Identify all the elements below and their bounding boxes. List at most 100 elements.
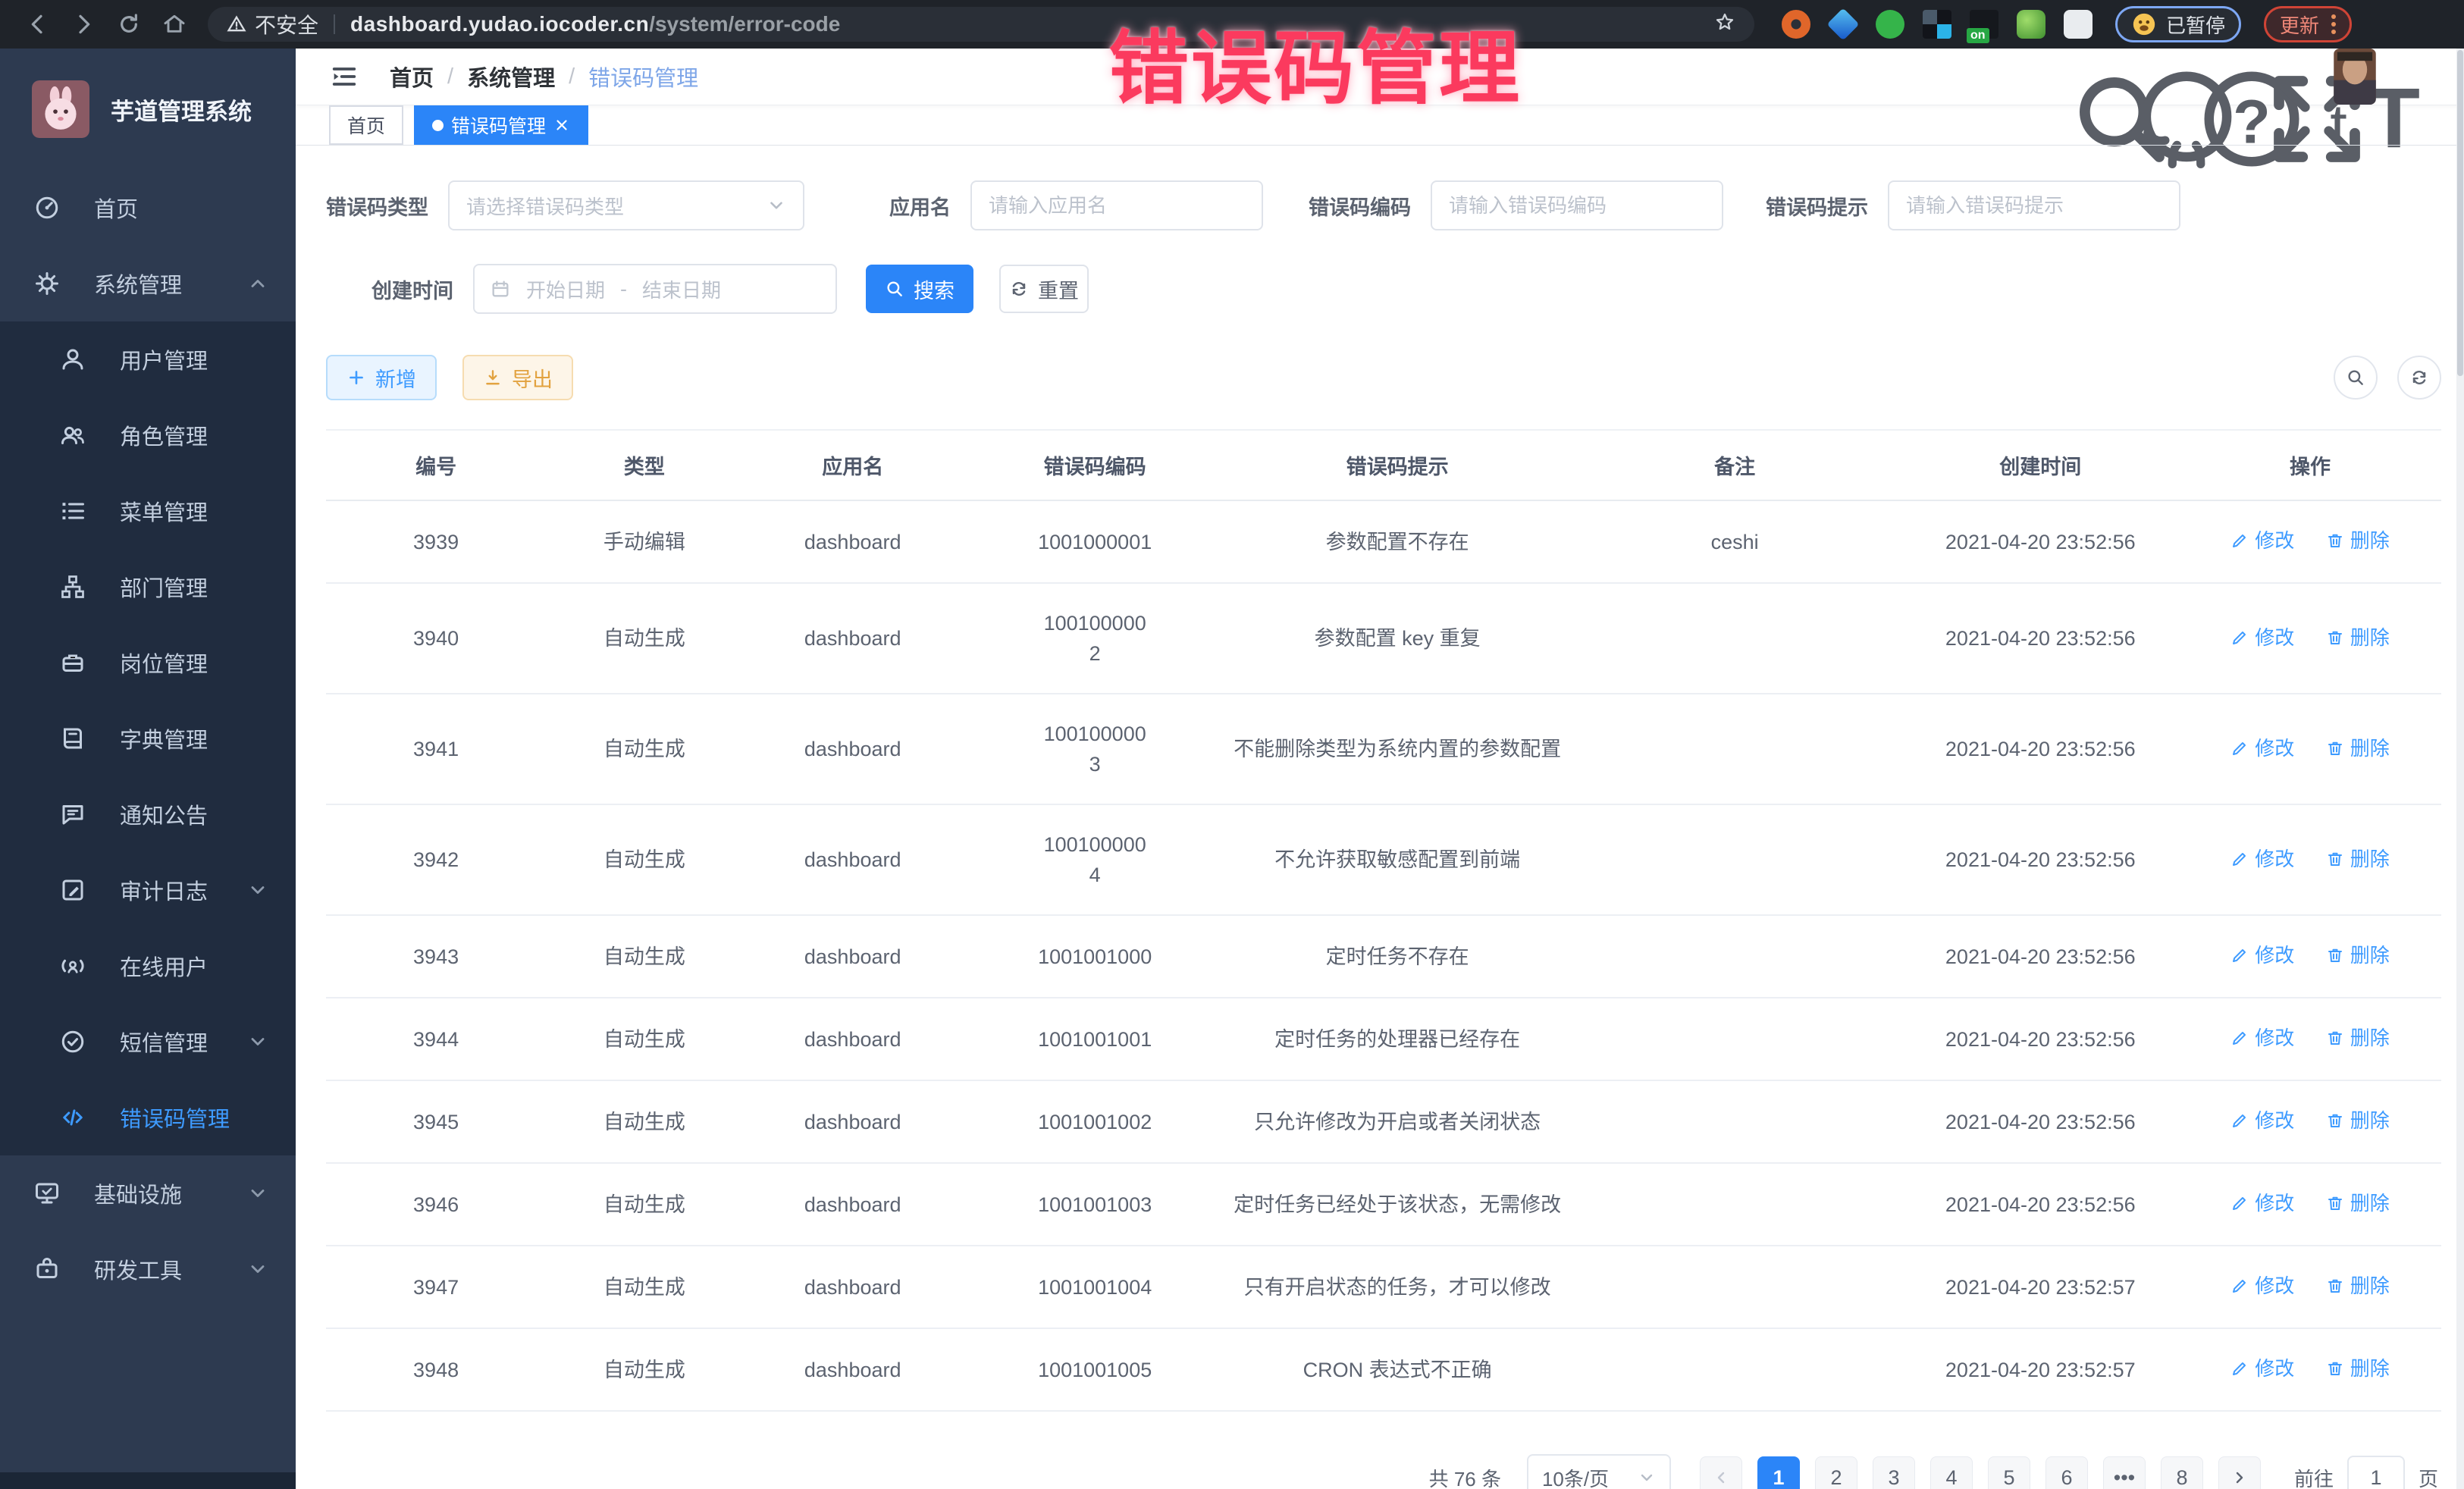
sidebar-item-user[interactable]: 用户管理 bbox=[0, 321, 296, 397]
edit-link[interactable]: 修改 bbox=[2230, 1105, 2294, 1136]
not-secure-badge[interactable]: 不安全 bbox=[226, 9, 318, 39]
sidebar-item-home[interactable]: 首页 bbox=[0, 170, 296, 246]
profile-chip[interactable]: 已暂停 bbox=[2115, 6, 2241, 42]
edit-link[interactable]: 修改 bbox=[2230, 622, 2294, 653]
hamburger-icon[interactable] bbox=[329, 61, 359, 92]
online-icon bbox=[59, 952, 86, 980]
cell-remark: ceshi bbox=[1568, 500, 1902, 583]
browser-home-icon[interactable] bbox=[152, 8, 197, 41]
sidebar-logo[interactable]: 芋道管理系统 bbox=[0, 49, 296, 170]
export-button[interactable]: 导出 bbox=[462, 355, 573, 400]
trash-icon bbox=[2326, 739, 2344, 757]
error-type-select[interactable]: 请选择错误码类型 bbox=[448, 180, 804, 230]
filter-app-label: 应用名 bbox=[889, 191, 951, 221]
sidebar-item-dict[interactable]: 字典管理 bbox=[0, 701, 296, 776]
user-avatar[interactable] bbox=[2334, 49, 2376, 105]
update-chip[interactable]: 更新 bbox=[2264, 6, 2352, 42]
tab-error-code[interactable]: 错误码管理 bbox=[414, 105, 588, 145]
ext-green-icon[interactable] bbox=[1876, 10, 1904, 39]
edit-link[interactable]: 修改 bbox=[2230, 1271, 2294, 1301]
edit-link[interactable]: 修改 bbox=[2230, 1353, 2294, 1384]
trash-icon bbox=[2326, 629, 2344, 647]
address-bar[interactable]: 不安全 dashboard.yudao.iocoder.cn/system/er… bbox=[208, 7, 1754, 42]
goto-page-input[interactable] bbox=[2347, 1456, 2405, 1489]
github-icon[interactable] bbox=[2073, 62, 2102, 91]
sidebar-item-sms[interactable]: 短信管理 bbox=[0, 1004, 296, 1080]
error-tip-input[interactable] bbox=[1888, 180, 2180, 230]
delete-link[interactable]: 删除 bbox=[2326, 1105, 2390, 1136]
ext-gem-icon[interactable] bbox=[1827, 8, 1860, 41]
delete-link[interactable]: 删除 bbox=[2326, 1271, 2390, 1301]
browser-menu-icon[interactable] bbox=[2331, 14, 2336, 34]
page-button[interactable]: 6 bbox=[2045, 1456, 2088, 1489]
ext-onbadge-icon[interactable] bbox=[1970, 10, 1998, 39]
chevron-icon bbox=[247, 1031, 268, 1052]
page-ellipsis[interactable]: ••• bbox=[2103, 1456, 2146, 1489]
page-button[interactable]: 2 bbox=[1815, 1456, 1857, 1489]
page-size-select[interactable]: 10条/页 bbox=[1527, 1454, 1671, 1489]
date-range-picker[interactable]: 开始日期 - 结束日期 bbox=[473, 264, 837, 314]
edit-link[interactable]: 修改 bbox=[2230, 844, 2294, 874]
page-button[interactable]: 4 bbox=[1930, 1456, 1973, 1489]
delete-link[interactable]: 删除 bbox=[2326, 622, 2390, 653]
add-button[interactable]: 新增 bbox=[326, 355, 437, 400]
edit-link[interactable]: 修改 bbox=[2230, 1023, 2294, 1053]
cell-tip: 定时任务已经处于该状态，无需修改 bbox=[1227, 1163, 1568, 1246]
app-name-input[interactable] bbox=[970, 180, 1263, 230]
sidebar-item-notice[interactable]: 通知公告 bbox=[0, 776, 296, 852]
scrollbar-thumb[interactable] bbox=[2457, 50, 2463, 376]
ext-puzzle-icon[interactable] bbox=[2064, 10, 2093, 39]
page-button[interactable]: 3 bbox=[1873, 1456, 1915, 1489]
browser-reload-icon[interactable] bbox=[106, 8, 152, 41]
page-button[interactable]: 1 bbox=[1757, 1456, 1800, 1489]
sidebar-item-online-user[interactable]: 在线用户 bbox=[0, 928, 296, 1004]
ext-tiles-icon[interactable] bbox=[1923, 10, 1951, 39]
delete-link[interactable]: 删除 bbox=[2326, 940, 2390, 970]
page-button[interactable]: 8 bbox=[2161, 1456, 2203, 1489]
breadcrumb-system[interactable]: 系统管理 bbox=[467, 61, 555, 92]
edit-link[interactable]: 修改 bbox=[2230, 525, 2294, 556]
refresh-table-button[interactable] bbox=[2397, 356, 2441, 400]
ext-animal-icon[interactable] bbox=[2017, 10, 2045, 39]
sidebar-item-system[interactable]: 系统管理 bbox=[0, 246, 296, 321]
cell-remark bbox=[1568, 998, 1902, 1080]
sidebar-item-error-code[interactable]: 错误码管理 bbox=[0, 1080, 296, 1155]
delete-link[interactable]: 删除 bbox=[2326, 1188, 2390, 1218]
fullscreen-icon[interactable] bbox=[2203, 62, 2232, 91]
delete-link[interactable]: 删除 bbox=[2326, 844, 2390, 874]
search-icon[interactable] bbox=[2008, 62, 2036, 91]
delete-link[interactable]: 删除 bbox=[2326, 1023, 2390, 1053]
sidebar-item-menu[interactable]: 菜单管理 bbox=[0, 473, 296, 549]
sidebar-item-dept[interactable]: 部门管理 bbox=[0, 549, 296, 625]
delete-link[interactable]: 删除 bbox=[2326, 525, 2390, 556]
show-search-button[interactable] bbox=[2334, 356, 2378, 400]
sidebar-item-dev-tools[interactable]: 研发工具 bbox=[0, 1231, 296, 1307]
reset-button[interactable]: 重置 bbox=[999, 265, 1089, 313]
help-icon[interactable] bbox=[2138, 62, 2167, 91]
edit-link[interactable]: 修改 bbox=[2230, 940, 2294, 970]
tab-home[interactable]: 首页 bbox=[329, 105, 403, 145]
page-button[interactable]: 5 bbox=[1988, 1456, 2030, 1489]
ext-orange-icon[interactable] bbox=[1782, 10, 1810, 39]
sidebar-item-role[interactable]: 角色管理 bbox=[0, 397, 296, 473]
breadcrumb-home[interactable]: 首页 bbox=[390, 61, 434, 92]
sidebar-item-post[interactable]: 岗位管理 bbox=[0, 625, 296, 701]
edit-link[interactable]: 修改 bbox=[2230, 1188, 2294, 1218]
search-button[interactable]: 搜索 bbox=[866, 265, 973, 313]
sidebar-item-audit-log[interactable]: 审计日志 bbox=[0, 852, 296, 928]
browser-back-icon[interactable] bbox=[15, 8, 61, 41]
caret-down-icon[interactable] bbox=[2412, 67, 2431, 86]
browser-forward-icon[interactable] bbox=[61, 8, 106, 41]
window-scrollbar[interactable] bbox=[2456, 49, 2464, 1489]
edit-link[interactable]: 修改 bbox=[2230, 733, 2294, 763]
bookmark-star-icon[interactable] bbox=[1713, 11, 1736, 39]
tab-close-icon[interactable] bbox=[553, 117, 570, 133]
delete-link[interactable]: 删除 bbox=[2326, 733, 2390, 763]
next-page-button[interactable] bbox=[2218, 1456, 2261, 1489]
error-code-input[interactable] bbox=[1431, 180, 1723, 230]
font-size-icon[interactable] bbox=[2268, 62, 2297, 91]
dashboard-icon bbox=[33, 194, 61, 221]
delete-link[interactable]: 删除 bbox=[2326, 1353, 2390, 1384]
prev-page-button[interactable] bbox=[1700, 1456, 1742, 1489]
sidebar-item-infra[interactable]: 基础设施 bbox=[0, 1155, 296, 1231]
